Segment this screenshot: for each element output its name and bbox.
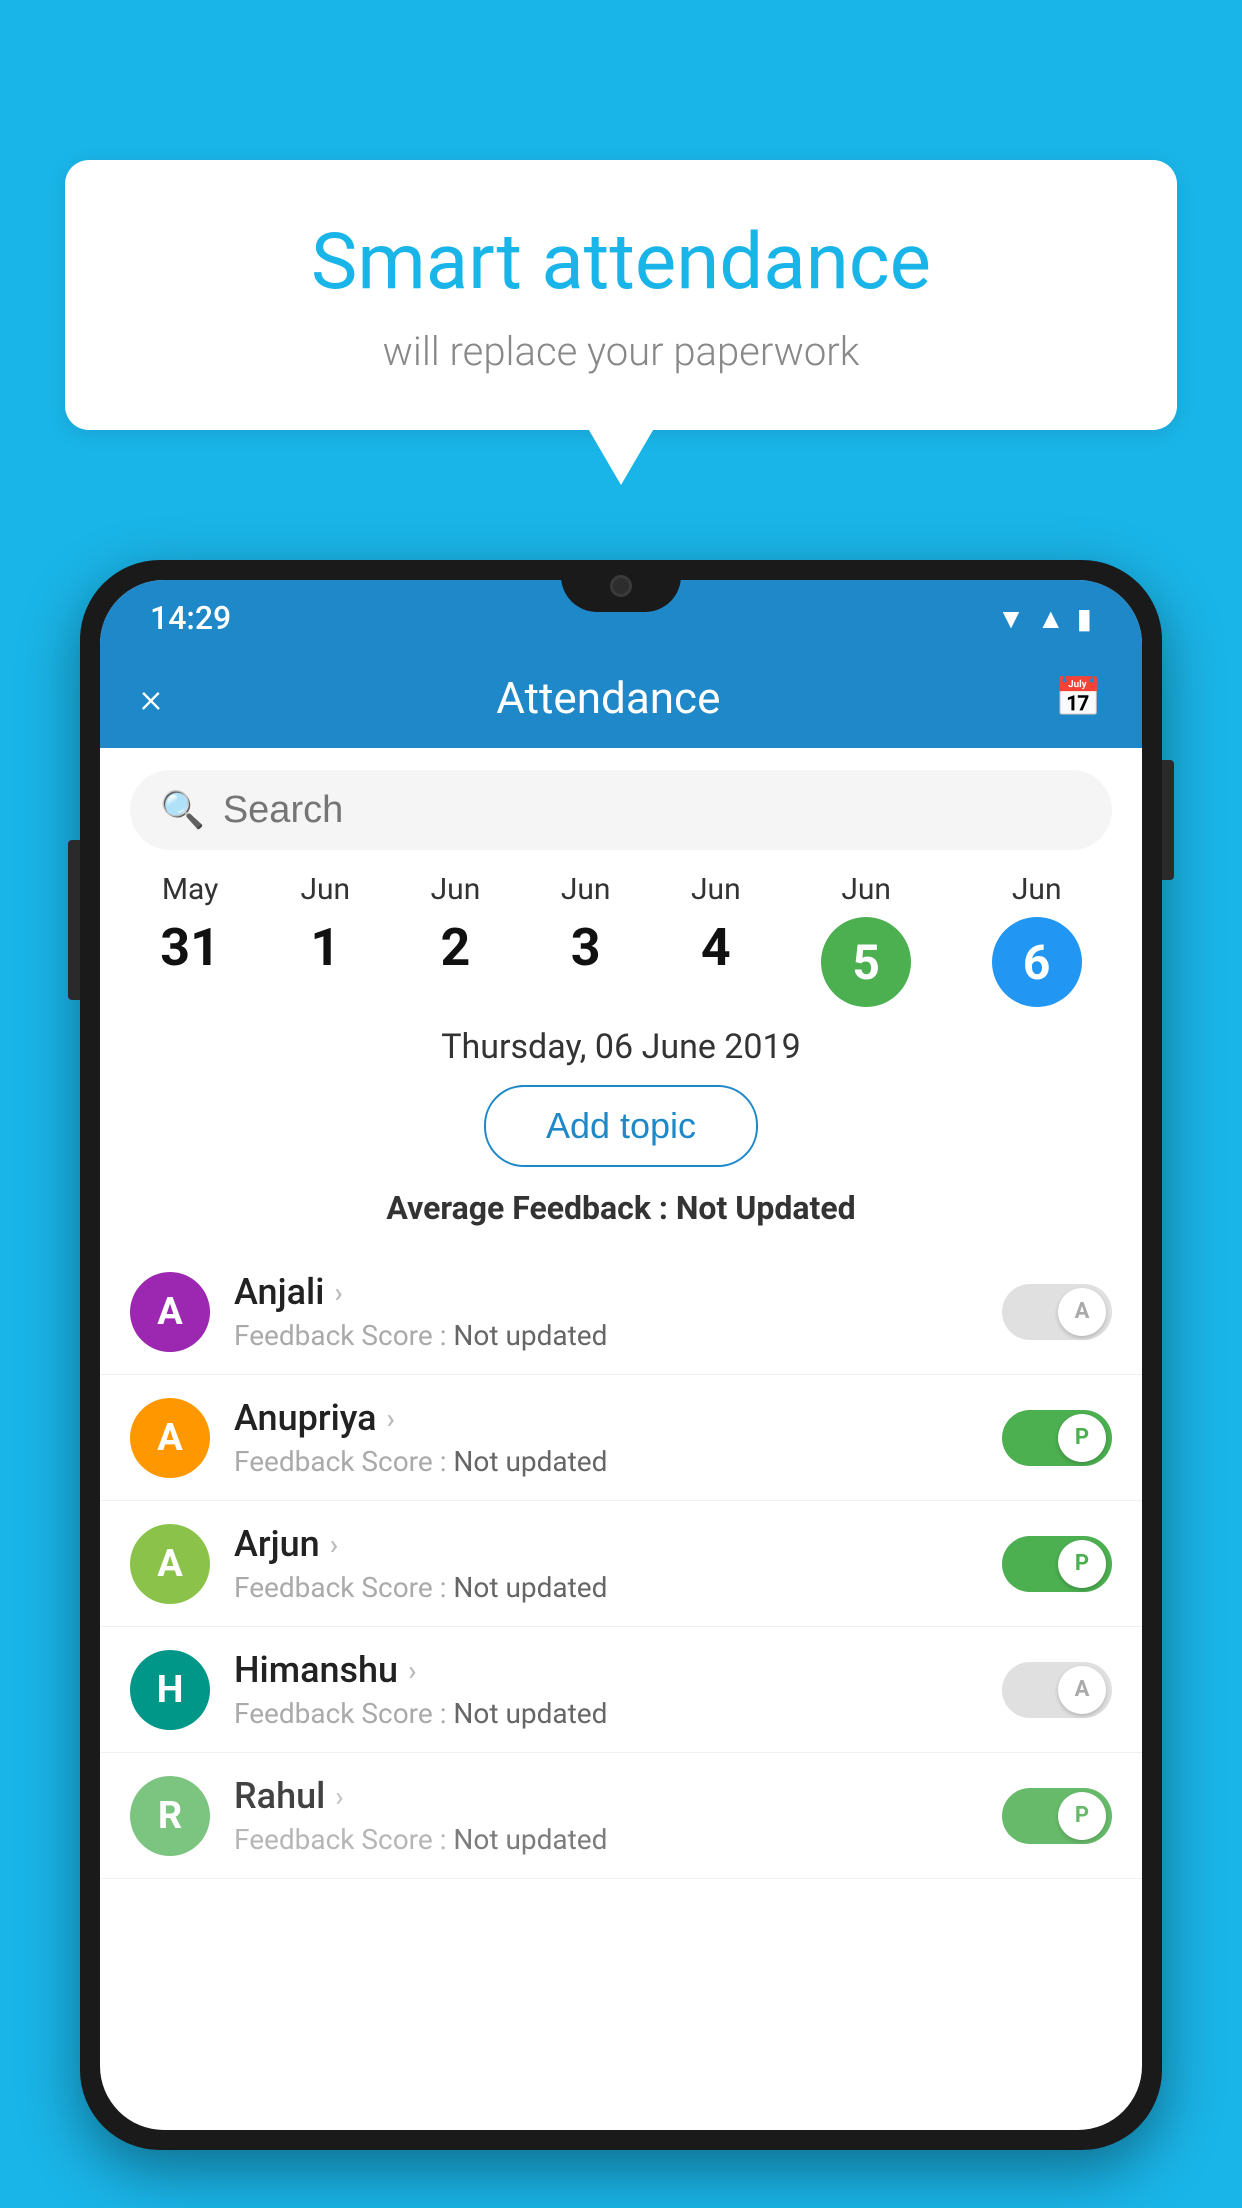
search-input[interactable]: [223, 789, 1082, 832]
date-circle-blue: 6: [992, 917, 1082, 1007]
student-feedback: Feedback Score : Not updated: [234, 1823, 978, 1856]
phone-mockup: 14:29 ▼ ▲ ▮ × Attendance 📅 🔍: [80, 560, 1162, 2208]
list-item[interactable]: A Arjun › Feedback Score : Not updated: [100, 1501, 1142, 1627]
toggle-track-on: P: [1002, 1536, 1112, 1592]
attendance-toggle[interactable]: A: [1002, 1284, 1112, 1340]
student-info: Anjali › Feedback Score : Not updated: [234, 1271, 978, 1352]
list-item[interactable]: A Anjali › Feedback Score : Not updated: [100, 1249, 1142, 1375]
status-time: 14:29: [150, 599, 231, 637]
student-feedback: Feedback Score : Not updated: [234, 1445, 978, 1478]
avg-feedback-value: Not Updated: [676, 1189, 856, 1227]
student-feedback: Feedback Score : Not updated: [234, 1571, 978, 1604]
chevron-right-icon: ›: [335, 1780, 343, 1813]
add-topic-button[interactable]: Add topic: [484, 1085, 758, 1167]
chevron-right-icon: ›: [387, 1402, 395, 1435]
student-info: Arjun › Feedback Score : Not updated: [234, 1523, 978, 1604]
search-bar[interactable]: 🔍: [130, 770, 1112, 850]
date-col-jun6[interactable]: Jun 6: [992, 872, 1082, 1007]
toggle-thumb: P: [1058, 1792, 1106, 1840]
list-item[interactable]: R Rahul › Feedback Score : Not updated: [100, 1753, 1142, 1879]
date-col-jun2[interactable]: Jun 2: [431, 872, 481, 978]
status-icons: ▼ ▲ ▮: [997, 602, 1092, 635]
chevron-right-icon: ›: [334, 1276, 342, 1309]
chevron-right-icon: ›: [330, 1528, 338, 1561]
list-item[interactable]: A Anupriya › Feedback Score : Not update…: [100, 1375, 1142, 1501]
speech-bubble: Smart attendance will replace your paper…: [65, 160, 1177, 430]
student-list: A Anjali › Feedback Score : Not updated: [100, 1249, 1142, 1879]
calendar-icon[interactable]: 📅: [1055, 676, 1102, 720]
student-name: Anjali ›: [234, 1271, 978, 1313]
toggle-track-off: A: [1002, 1662, 1112, 1718]
date-circle-green: 5: [821, 917, 911, 1007]
date-strip: May 31 Jun 1 Jun 2 Jun 3: [100, 872, 1142, 1007]
app-header: × Attendance 📅: [100, 648, 1142, 748]
toggle-thumb: A: [1058, 1288, 1106, 1336]
avatar: R: [130, 1776, 210, 1856]
list-item[interactable]: H Himanshu › Feedback Score : Not update…: [100, 1627, 1142, 1753]
student-feedback: Feedback Score : Not updated: [234, 1319, 978, 1352]
phone-screen: 14:29 ▼ ▲ ▮ × Attendance 📅 🔍: [100, 580, 1142, 2130]
attendance-toggle[interactable]: A: [1002, 1662, 1112, 1718]
student-name: Himanshu ›: [234, 1649, 978, 1691]
avatar: A: [130, 1524, 210, 1604]
avatar: A: [130, 1272, 210, 1352]
avatar: H: [130, 1650, 210, 1730]
speech-bubble-container: Smart attendance will replace your paper…: [65, 160, 1177, 430]
close-button[interactable]: ×: [140, 674, 162, 723]
battery-icon: ▮: [1077, 602, 1092, 635]
toggle-track-on: P: [1002, 1788, 1112, 1844]
wifi-icon: ▼: [997, 602, 1025, 635]
toggle-thumb: A: [1058, 1666, 1106, 1714]
student-info: Himanshu › Feedback Score : Not updated: [234, 1649, 978, 1730]
selected-date-label: Thursday, 06 June 2019: [100, 1027, 1142, 1067]
student-name: Anupriya ›: [234, 1397, 978, 1439]
toggle-thumb: P: [1058, 1414, 1106, 1462]
toggle-thumb: P: [1058, 1540, 1106, 1588]
date-col-jun1[interactable]: Jun 1: [300, 872, 350, 978]
student-info: Anupriya › Feedback Score : Not updated: [234, 1397, 978, 1478]
avatar: A: [130, 1398, 210, 1478]
student-feedback: Feedback Score : Not updated: [234, 1697, 978, 1730]
phone-outer: 14:29 ▼ ▲ ▮ × Attendance 📅 🔍: [80, 560, 1162, 2150]
attendance-toggle[interactable]: P: [1002, 1410, 1112, 1466]
signal-icon: ▲: [1037, 602, 1065, 635]
chevron-right-icon: ›: [408, 1654, 416, 1687]
speech-bubble-title: Smart attendance: [105, 220, 1137, 306]
average-feedback: Average Feedback : Not Updated: [100, 1189, 1142, 1227]
attendance-toggle[interactable]: P: [1002, 1536, 1112, 1592]
notch-camera: [610, 575, 632, 597]
attendance-toggle[interactable]: P: [1002, 1788, 1112, 1844]
screen-content: 🔍 May 31 Jun 1 Jun 2: [100, 748, 1142, 2130]
date-col-may31[interactable]: May 31: [160, 872, 220, 978]
student-info: Rahul › Feedback Score : Not updated: [234, 1775, 978, 1856]
search-icon: 🔍: [160, 789, 205, 831]
toggle-track-on: P: [1002, 1410, 1112, 1466]
speech-bubble-subtitle: will replace your paperwork: [105, 328, 1137, 375]
student-name: Rahul ›: [234, 1775, 978, 1817]
date-col-jun3[interactable]: Jun 3: [561, 872, 611, 978]
toggle-track-off: A: [1002, 1284, 1112, 1340]
date-col-jun4[interactable]: Jun 4: [691, 872, 741, 978]
student-name: Arjun ›: [234, 1523, 978, 1565]
notch: [561, 560, 681, 612]
app-title: Attendance: [496, 672, 720, 724]
date-col-jun5[interactable]: Jun 5: [821, 872, 911, 1007]
